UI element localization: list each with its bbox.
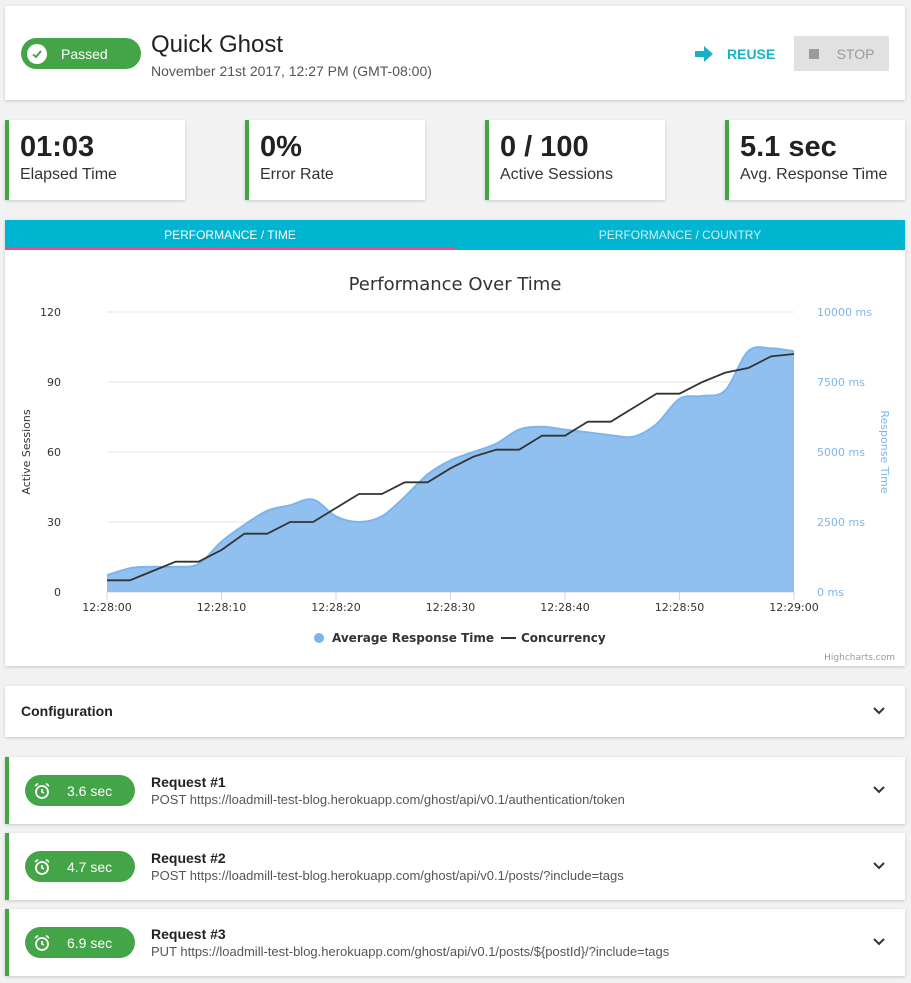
- x-tick-label: 12:28:20: [311, 601, 360, 614]
- chevron-down-icon[interactable]: [871, 782, 887, 798]
- performance-card: PERFORMANCE / TIME PERFORMANCE / COUNTRY…: [5, 220, 905, 666]
- request-row[interactable]: 4.7 sec Request #2 POST https://loadmill…: [5, 833, 905, 900]
- alarm-clock-icon: [34, 934, 50, 951]
- stat-label: Error Rate: [260, 166, 334, 183]
- request-time: 6.9 sec: [67, 934, 113, 951]
- performance-chart: Performance Over Time 0 30 60 90 120 0 ms 2500…: [20, 274, 895, 663]
- x-tick-label: 12:28:40: [540, 601, 589, 614]
- highcharts-credit[interactable]: Highcharts.com: [824, 653, 895, 663]
- stat-value: 0%: [260, 131, 302, 163]
- chevron-down-icon[interactable]: [871, 703, 887, 719]
- y-axis-right-label: Response Time: [878, 410, 891, 493]
- test-date: November 21st 2017, 12:27 PM (GMT-08:00): [151, 63, 432, 79]
- stat-active-sessions: 0 / 100 Active Sessions: [485, 120, 665, 200]
- stop-icon: [808, 48, 819, 59]
- request-time-badge: 6.9 sec: [25, 927, 135, 958]
- stat-avg-response-time: 5.1 sec Avg. Response Time: [725, 120, 905, 200]
- stat-value: 01:03: [20, 131, 95, 163]
- check-circle-icon: [27, 43, 47, 64]
- alarm-clock-icon: [34, 858, 50, 875]
- y-right-tick-label: 2500 ms: [817, 516, 865, 529]
- x-tick-label: 12:28:50: [655, 601, 704, 614]
- chart-legend: Average Response Time Concurrency: [314, 631, 606, 645]
- request-url: PUT https://loadmill-test-blog.herokuapp…: [151, 944, 670, 959]
- y-left-tick-label: 90: [47, 376, 61, 389]
- y-axis-left-label: Active Sessions: [20, 409, 33, 494]
- request-url: POST https://loadmill-test-blog.herokuap…: [151, 792, 625, 807]
- stop-label: STOP: [836, 45, 875, 62]
- y-left-tick-label: 30: [47, 516, 61, 529]
- request-time-badge: 3.6 sec: [25, 775, 135, 806]
- stop-button[interactable]: STOP: [794, 36, 889, 71]
- stat-label: Avg. Response Time: [740, 166, 888, 183]
- status-badge: Passed: [21, 38, 141, 69]
- reuse-label: REUSE: [727, 46, 776, 62]
- request-time-badge: 4.7 sec: [25, 851, 135, 882]
- y-right-tick-label: 5000 ms: [817, 446, 865, 459]
- legend-concurrency[interactable]: Concurrency: [521, 631, 606, 645]
- stat-value: 5.1 sec: [740, 131, 837, 163]
- x-tick-label: 12:29:00: [769, 601, 818, 614]
- request-row[interactable]: 3.6 sec Request #1 POST https://loadmill…: [5, 757, 905, 824]
- y-right-tick-label: 0 ms: [817, 586, 844, 599]
- request-url: POST https://loadmill-test-blog.herokuap…: [151, 868, 624, 883]
- alarm-clock-icon: [34, 782, 50, 799]
- legend-response-time[interactable]: Average Response Time: [332, 631, 494, 645]
- request-title: Request #3: [151, 926, 226, 942]
- stat-error-rate: 0% Error Rate: [245, 120, 425, 200]
- chevron-down-icon[interactable]: [871, 858, 887, 874]
- y-left-tick-label: 120: [40, 306, 61, 319]
- y-left-tick-label: 60: [47, 446, 61, 459]
- chart-title: Performance Over Time: [349, 274, 562, 295]
- request-title: Request #1: [151, 774, 226, 790]
- tab-performance-time[interactable]: PERFORMANCE / TIME: [5, 220, 455, 250]
- x-tick-label: 12:28:10: [197, 601, 246, 614]
- chevron-down-icon[interactable]: [871, 934, 887, 950]
- test-header: Passed Quick Ghost November 21st 2017, 1…: [5, 6, 905, 100]
- configuration-label: Configuration: [21, 703, 113, 719]
- request-time: 4.7 sec: [67, 858, 113, 875]
- request-time: 3.6 sec: [67, 782, 113, 799]
- configuration-panel[interactable]: Configuration: [5, 686, 905, 737]
- y-right-tick-label: 7500 ms: [817, 376, 865, 389]
- request-title: Request #2: [151, 850, 226, 866]
- reuse-button[interactable]: REUSE: [695, 43, 775, 65]
- legend-marker-response-time[interactable]: [314, 633, 324, 643]
- stat-elapsed-time: 01:03 Elapsed Time: [5, 120, 185, 200]
- stat-value: 0 / 100: [500, 131, 589, 163]
- arrow-right-icon: [695, 46, 713, 62]
- test-title: Quick Ghost: [151, 31, 284, 58]
- request-row[interactable]: 6.9 sec Request #3 PUT https://loadmill-…: [5, 909, 905, 976]
- stat-label: Active Sessions: [500, 166, 613, 183]
- x-tick-label: 12:28:00: [82, 601, 131, 614]
- y-right-tick-label: 10000 ms: [817, 306, 872, 319]
- performance-tabs: PERFORMANCE / TIME PERFORMANCE / COUNTRY: [5, 220, 905, 250]
- x-tick-label: 12:28:30: [426, 601, 475, 614]
- y-left-tick-label: 0: [54, 586, 61, 599]
- tab-performance-country[interactable]: PERFORMANCE / COUNTRY: [455, 220, 905, 250]
- status-label: Passed: [61, 45, 108, 62]
- stat-label: Elapsed Time: [20, 166, 117, 183]
